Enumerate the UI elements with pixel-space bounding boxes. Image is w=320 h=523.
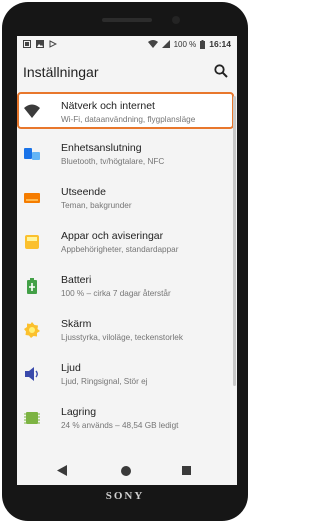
signal-icon [161, 40, 170, 48]
setting-summary: Bluetooth, tv/högtalare, NFC [61, 157, 165, 166]
setting-label: Ljud [61, 362, 81, 374]
setting-summary: Ljusstyrka, viloläge, teckenstorlek [61, 333, 183, 342]
phone-frame: 100 % 16:14 Inställningar Nätverk och in… [2, 2, 248, 521]
battery-icon [27, 278, 37, 294]
setting-device-connection[interactable]: Enhetsanslutning Bluetooth, tv/högtalare… [17, 136, 237, 180]
back-icon[interactable] [57, 465, 67, 476]
setting-label: Skärm [61, 318, 92, 330]
settings-list: Nätverk och internet Wi-Fi, dataanvändni… [17, 92, 237, 444]
setting-storage[interactable]: Lagring 24 % används – 48,54 GB ledigt [17, 400, 237, 444]
wifi-status-icon [147, 40, 158, 48]
storage-icon [24, 412, 40, 424]
battery-percent: 100 % [173, 39, 197, 49]
home-icon[interactable] [121, 466, 131, 476]
setting-battery[interactable]: Batteri 100 % – cirka 7 dagar återstår [17, 268, 237, 312]
setting-sound[interactable]: Ljud Ljud, Ringsignal, Stör ej [17, 356, 237, 400]
setting-label: Enhetsanslutning [61, 142, 142, 154]
notification-app-icon [23, 40, 31, 48]
setting-display[interactable]: Skärm Ljusstyrka, viloläge, teckenstorle… [17, 312, 237, 356]
wifi-icon [24, 104, 40, 118]
setting-network[interactable]: Nätverk och internet Wi-Fi, dataanvändni… [17, 92, 237, 136]
front-camera [172, 16, 180, 24]
recent-apps-icon[interactable] [182, 466, 191, 475]
device-brand-logo: SONY [105, 490, 145, 502]
setting-summary: 100 % – cirka 7 dagar återstår [61, 289, 171, 298]
setting-summary: Appbehörigheter, standardappar [61, 245, 179, 254]
brightness-icon [24, 322, 40, 338]
clock: 16:14 [209, 39, 231, 49]
display-icon [24, 193, 40, 203]
apps-icon [25, 235, 39, 249]
setting-appearance[interactable]: Utseende Teman, bakgrunder [17, 180, 237, 224]
app-bar: Inställningar [17, 53, 237, 89]
setting-summary: Teman, bakgrunder [61, 201, 132, 210]
image-icon [36, 40, 44, 48]
scrollbar[interactable] [233, 96, 236, 386]
setting-label: Batteri [61, 274, 92, 286]
battery-status-icon [200, 39, 206, 49]
devices-icon [24, 148, 40, 160]
search-icon[interactable] [213, 63, 229, 79]
setting-label: Lagring [61, 406, 97, 418]
setting-label: Nätverk och internet [61, 100, 155, 112]
status-bar: 100 % 16:14 [17, 36, 237, 53]
setting-summary: 24 % används – 48,54 GB ledigt [61, 421, 179, 430]
screen: 100 % 16:14 Inställningar Nätverk och in… [17, 36, 237, 485]
setting-summary: Ljud, Ringsignal, Stör ej [61, 377, 148, 386]
volume-icon [25, 367, 38, 381]
setting-apps-notifications[interactable]: Appar och aviseringar Appbehörigheter, s… [17, 224, 237, 268]
navigation-bar [17, 456, 237, 485]
earpiece-speaker [102, 18, 152, 22]
page-title: Inställningar [23, 64, 99, 80]
setting-label: Appar och aviseringar [61, 230, 164, 242]
setting-summary: Wi-Fi, dataanvändning, flygplansläge [61, 115, 196, 124]
setting-label: Utseende [61, 186, 106, 198]
play-store-icon [49, 40, 57, 48]
